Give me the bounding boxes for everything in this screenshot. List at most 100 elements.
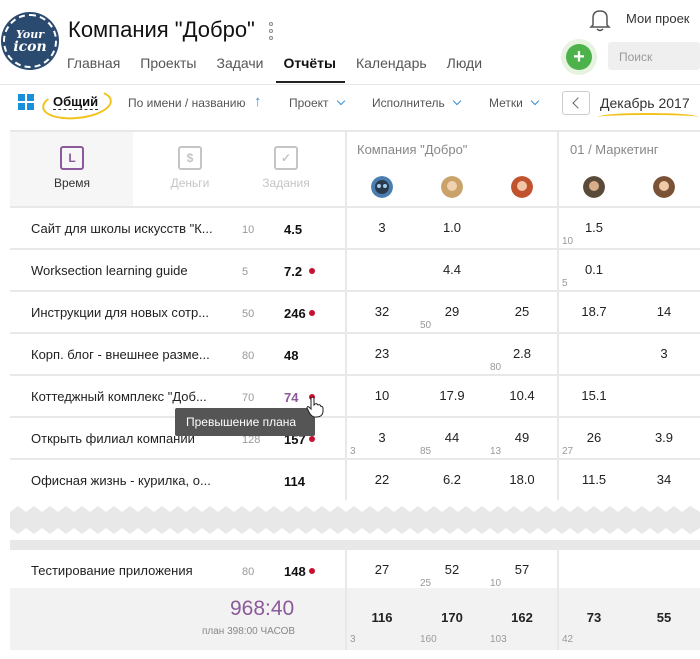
hours-cell[interactable]: 29 — [417, 304, 487, 319]
summary-cell: 73 — [586, 610, 602, 625]
hours-cell[interactable]: 32 — [347, 304, 417, 319]
hours-cell[interactable]: 18.7 — [559, 304, 629, 319]
row-total: 148 — [284, 564, 306, 579]
row-total: 246 — [284, 306, 306, 321]
tags-filter[interactable]: Метки — [489, 96, 540, 110]
project-name[interactable]: Тестирование приложения — [31, 563, 216, 578]
hours-cell[interactable]: 22 — [347, 472, 417, 487]
project-name[interactable]: Сайт для школы искусств "К... — [31, 221, 216, 236]
add-button[interactable]: + — [566, 44, 592, 70]
grid-view-icon[interactable] — [18, 94, 34, 110]
logo-line2: icon — [13, 39, 47, 55]
nav-item-tasks[interactable]: Задачи — [216, 55, 263, 71]
avatar-user-1[interactable] — [371, 176, 393, 198]
hours-cell[interactable]: 49 — [487, 430, 557, 445]
search-input[interactable]: Поиск — [608, 42, 700, 70]
hours-cell[interactable]: 52 — [417, 562, 487, 577]
page-title: Компания "Добро" — [68, 17, 255, 42]
hours-cell[interactable]: 0.1 — [559, 262, 629, 277]
hours-cell[interactable]: 3 — [347, 220, 417, 235]
hours-cell[interactable]: 25 — [487, 304, 557, 319]
avatar-user-2[interactable] — [441, 176, 463, 198]
hours-cell[interactable]: 3 — [629, 346, 699, 361]
row-total: 4.5 — [284, 222, 303, 237]
avatar-user-4[interactable] — [583, 176, 605, 198]
hours-cell[interactable]: 26 — [559, 430, 629, 445]
more-options-icon[interactable] — [268, 22, 274, 40]
summary-sub-value: 160 — [420, 634, 437, 645]
nav-item-reports[interactable]: Отчёты — [284, 55, 336, 71]
project-name[interactable]: Офисная жизнь - курилка, о... — [31, 473, 216, 488]
hours-cell[interactable]: 3.9 — [629, 430, 699, 445]
hours-cell[interactable]: 11.5 — [559, 472, 629, 487]
group-header-company[interactable]: Компания "Добро" — [357, 142, 467, 157]
row-total: 74 — [284, 390, 299, 405]
hours-cell[interactable]: 34 — [629, 472, 699, 487]
hours-cell[interactable]: 18.0 — [487, 472, 557, 487]
tab-time-label: Время — [53, 176, 91, 190]
assignee-filter-label: Исполнитель — [372, 96, 445, 110]
overplan-dot[interactable] — [309, 436, 315, 442]
row-total: 7.2 — [284, 264, 303, 279]
hours-cell[interactable]: 2.8 — [487, 346, 557, 361]
hours-cell[interactable]: 3 — [347, 430, 417, 445]
hours-cell[interactable]: 44 — [417, 430, 487, 445]
hours-cell[interactable]: 4.4 — [417, 262, 487, 277]
main-nav: Главная Проекты Задачи Отчёты Календарь … — [67, 55, 502, 71]
nav-item-people[interactable]: Люди — [447, 55, 482, 71]
summary-sub-value: 3 — [350, 634, 356, 645]
hours-cell[interactable]: 10.4 — [487, 388, 557, 403]
hours-cell[interactable]: 23 — [347, 346, 417, 361]
tab-time[interactable]: L Время — [37, 146, 107, 190]
bell-icon[interactable] — [589, 8, 611, 32]
nav-item-home[interactable]: Главная — [67, 55, 120, 71]
hours-cell[interactable]: 1.0 — [417, 220, 487, 235]
overplan-dot[interactable] — [309, 268, 315, 274]
overplan-tooltip: Превышение плана — [175, 408, 315, 436]
tab-tasks-label: Задания — [262, 176, 310, 190]
overplan-dot[interactable] — [309, 568, 315, 574]
company-logo[interactable]: Your icon — [3, 14, 57, 68]
hours-cell[interactable]: 17.9 — [417, 388, 487, 403]
hours-cell[interactable]: 10 — [347, 388, 417, 403]
summary-cell: 162 — [511, 610, 533, 625]
avatar-user-5[interactable] — [653, 176, 675, 198]
sort-ascending-icon[interactable]: ↑ — [254, 93, 262, 110]
assignee-filter[interactable]: Исполнитель — [372, 96, 462, 110]
plan-note: план 398:00 ЧАСОВ — [202, 626, 296, 637]
hours-cell[interactable]: 57 — [487, 562, 557, 577]
plan-hours: 5 — [242, 266, 249, 278]
project-name[interactable]: Коттеджный комплекс "Доб... — [31, 389, 216, 404]
my-projects-link[interactable]: Мои проек — [626, 11, 690, 26]
plan-sub-value: 80 — [490, 362, 502, 373]
prev-month-button[interactable] — [562, 91, 590, 115]
overplan-dot[interactable] — [309, 310, 315, 316]
sort-by-name[interactable]: По имени / названию — [128, 96, 246, 110]
row-total: 48 — [284, 348, 299, 363]
hours-cell[interactable]: 27 — [347, 562, 417, 577]
plan-sub-value: 13 — [490, 446, 502, 457]
reports-page: Your icon Компания "Добро" Мои проек Гла… — [0, 0, 700, 659]
nav-item-calendar[interactable]: Календарь — [356, 55, 427, 71]
avatar-user-3[interactable] — [511, 176, 533, 198]
hours-cell[interactable]: 15.1 — [559, 388, 629, 403]
general-filter[interactable]: Общий — [53, 94, 99, 110]
nav-item-projects[interactable]: Проекты — [140, 55, 196, 71]
project-name[interactable]: Worksection learning guide — [31, 263, 216, 278]
project-filter-label: Проект — [289, 96, 329, 110]
hours-cell[interactable]: 1.5 — [559, 220, 629, 235]
plan-hours: 80 — [242, 566, 255, 578]
tab-tasks[interactable]: ✓ Задания — [251, 146, 321, 190]
month-label[interactable]: Декабрь 2017 — [600, 95, 690, 111]
project-name[interactable]: Корп. блог - внешнее разме... — [31, 347, 216, 362]
hours-cell[interactable]: 6.2 — [417, 472, 487, 487]
group-header-marketing[interactable]: 01 / Маркетинг — [570, 142, 659, 157]
plan-sub-value: 10 — [562, 236, 574, 247]
hours-cell[interactable]: 14 — [629, 304, 699, 319]
tab-money[interactable]: $ Деньги — [155, 146, 225, 190]
project-filter[interactable]: Проект — [289, 96, 345, 110]
summary-cell: 55 — [656, 610, 672, 625]
plan-sub-value: 50 — [420, 320, 432, 331]
plan-hours: 70 — [242, 392, 255, 404]
project-name[interactable]: Инструкции для новых сотр... — [31, 305, 216, 320]
